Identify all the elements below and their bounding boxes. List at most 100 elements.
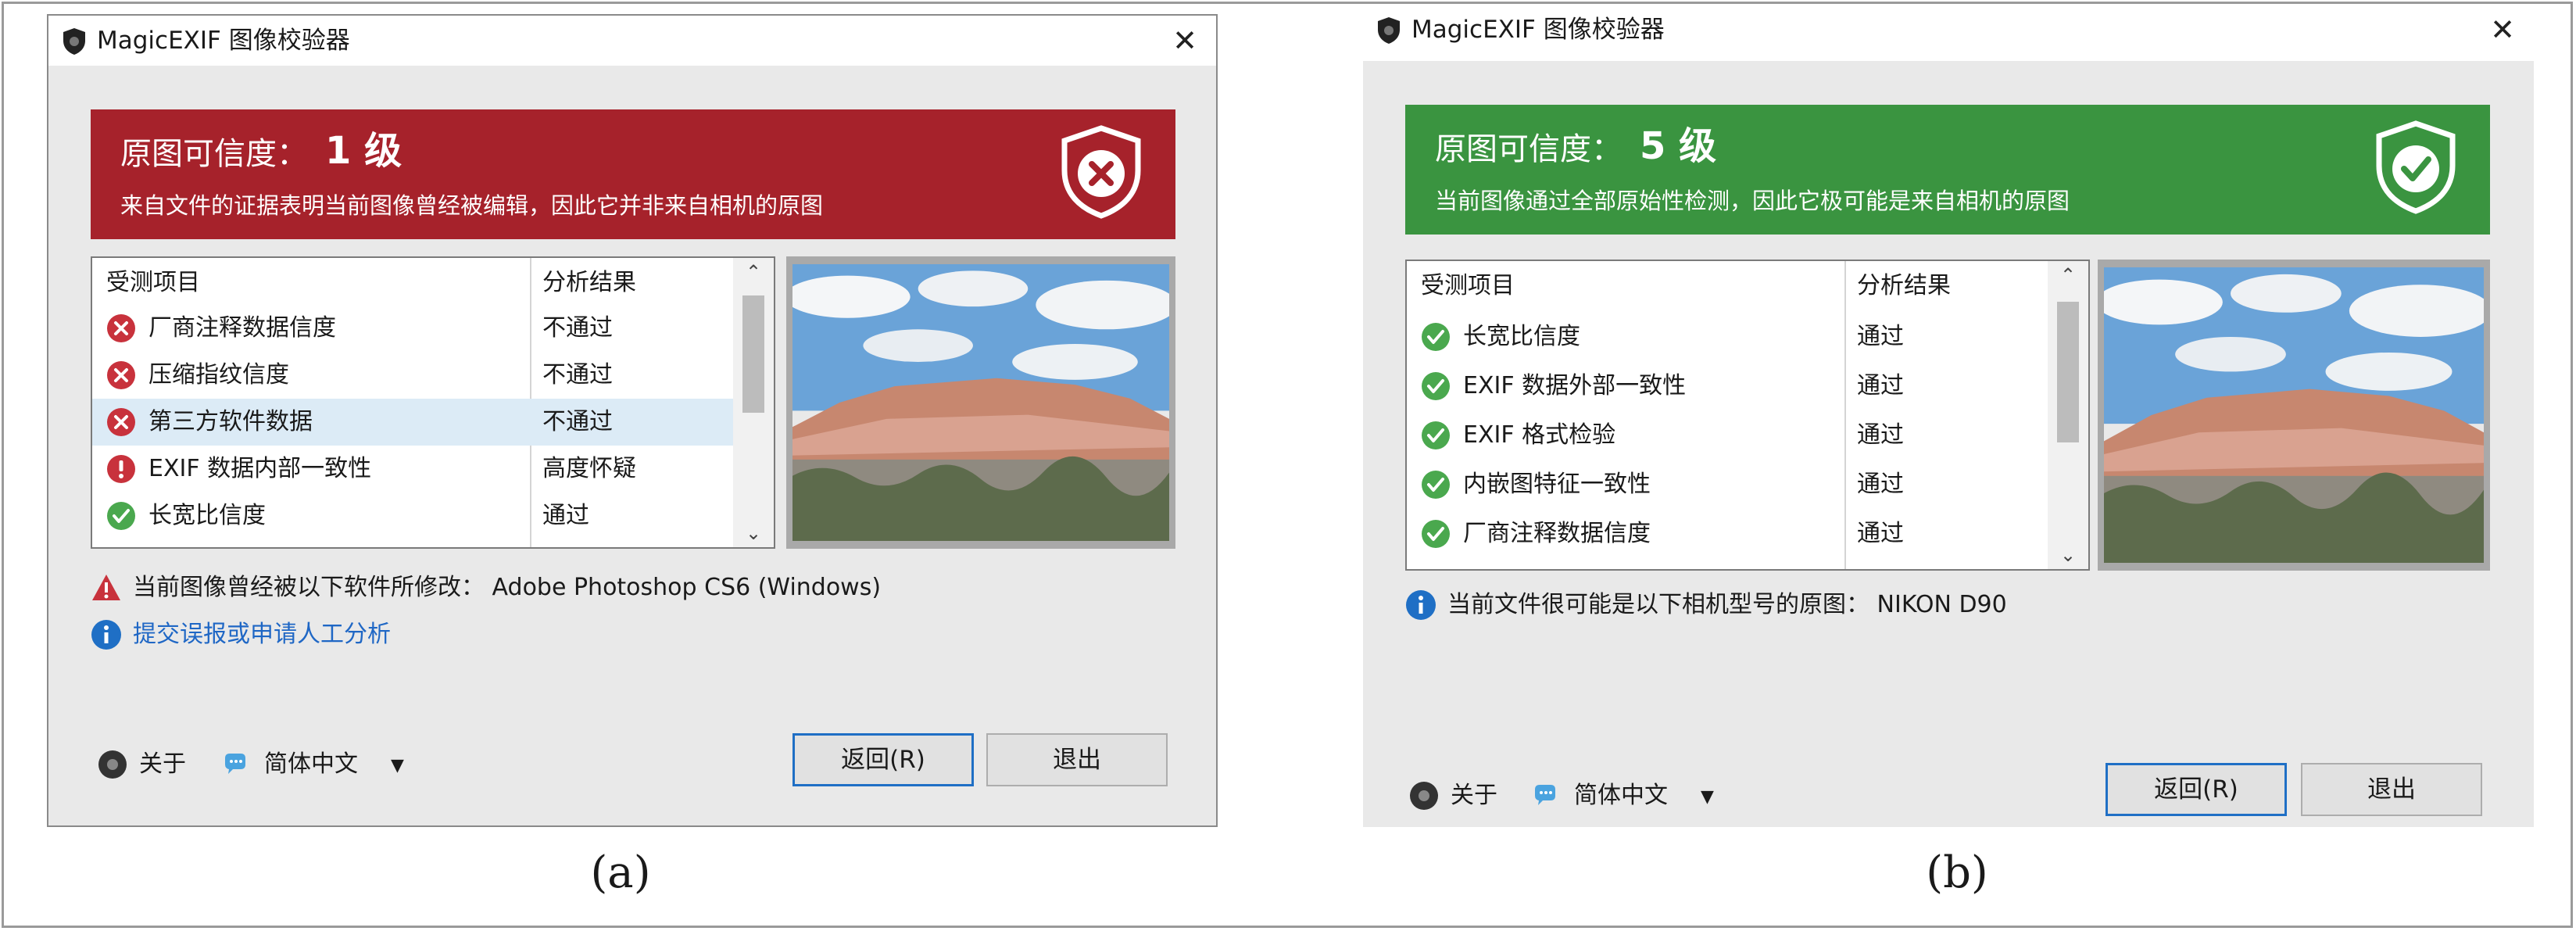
table-scrollbar[interactable]: ⌃ ⌄ — [2048, 261, 2088, 569]
pass-icon — [1422, 421, 1450, 449]
verifier-window-b: MagicEXIF 图像校验器 ✕ 原图可信度： 5 级 当前图像通过全部原始性… — [1363, 5, 2534, 827]
credibility-description: 当前图像通过全部原始性检测，因此它极可能是来自相机的原图 — [1435, 188, 2070, 214]
title-bar: MagicEXIF 图像校验器 ✕ — [48, 16, 1216, 66]
row-result: 不通过 — [542, 408, 613, 435]
modification-text: 当前图像曾经被以下软件所修改： Adobe Photoshop CS6 (Win… — [133, 574, 882, 601]
about-disc-icon — [1410, 782, 1438, 810]
test-results-table: 受测项目 分析结果 厂商注释数据信度 不通过 压缩指纹信度 不通过 第三方软件数… — [91, 256, 775, 549]
table-row[interactable]: EXIF 数据内部一致性 高度怀疑 — [92, 446, 733, 492]
language-bubble-icon — [1535, 785, 1555, 805]
app-shield-logo-icon — [1378, 17, 1400, 44]
row-result: 通过 — [1857, 421, 1904, 449]
row-result: 高度怀疑 — [542, 455, 636, 482]
back-button[interactable]: 返回(R) — [2106, 763, 2287, 816]
warning-circle-icon — [107, 455, 135, 483]
row-item: EXIF 数据外部一致性 — [1463, 372, 1687, 399]
pass-icon — [107, 502, 135, 530]
row-item: 长宽比信度 — [148, 502, 266, 529]
table-row[interactable]: EXIF 格式检验 通过 — [1407, 411, 2048, 460]
language-bubble-icon — [225, 754, 245, 774]
row-item: 厂商注释数据信度 — [148, 314, 336, 342]
row-result: 通过 — [542, 502, 589, 529]
image-preview — [786, 256, 1175, 549]
header-test-item[interactable]: 受测项目 — [106, 267, 200, 299]
row-result: 通过 — [1857, 471, 1904, 498]
pass-icon — [1422, 372, 1450, 400]
table-row[interactable]: 长宽比信度 通过 — [92, 492, 733, 539]
shield-check-icon — [2376, 120, 2456, 214]
exit-button[interactable]: 退出 — [2301, 763, 2482, 816]
about-label: 关于 — [1451, 782, 1497, 809]
credibility-banner: 原图可信度： 1 级 来自文件的证据表明当前图像曾经被编辑，因此它并非来自相机的… — [91, 109, 1175, 239]
app-shield-logo-icon — [63, 28, 85, 55]
about-disc-icon — [98, 750, 127, 779]
back-button[interactable]: 返回(R) — [792, 733, 974, 786]
row-item: EXIF 数据内部一致性 — [148, 455, 372, 482]
language-label: 简体中文 — [264, 750, 358, 778]
scroll-thumb[interactable] — [2057, 302, 2079, 442]
row-item: EXIF 格式检验 — [1463, 421, 1616, 449]
row-result: 不通过 — [542, 314, 613, 342]
credibility-label: 原图可信度： — [120, 136, 308, 172]
fail-icon — [107, 408, 135, 436]
row-result: 通过 — [1857, 372, 1904, 399]
window-title: MagicEXIF 图像校验器 — [97, 27, 350, 55]
scroll-up-icon[interactable]: ⌃ — [733, 261, 774, 283]
exit-button[interactable]: 退出 — [986, 733, 1168, 786]
shield-x-icon — [1061, 125, 1141, 219]
caption-a: (a) — [590, 847, 651, 898]
report-link[interactable]: 提交误报或申请人工分析 — [133, 619, 391, 650]
table-header: 受测项目 分析结果 — [1407, 261, 2048, 313]
row-result: 通过 — [1857, 520, 1904, 547]
scroll-thumb[interactable] — [742, 295, 764, 413]
header-test-item[interactable]: 受测项目 — [1421, 270, 1515, 302]
about-label: 关于 — [139, 750, 186, 778]
info-icon — [91, 620, 121, 650]
language-label: 简体中文 — [1574, 782, 1668, 809]
row-item: 长宽比信度 — [1463, 323, 1580, 350]
row-item: 第三方软件数据 — [148, 408, 313, 435]
pass-icon — [1422, 520, 1450, 548]
close-icon[interactable]: ✕ — [2490, 14, 2515, 45]
table-row-selected[interactable]: 第三方软件数据 不通过 — [92, 399, 733, 446]
table-scrollbar[interactable]: ⌃ ⌄ — [733, 258, 774, 547]
row-item: 厂商注释数据信度 — [1463, 520, 1651, 547]
window-title: MagicEXIF 图像校验器 — [1411, 16, 1665, 44]
chevron-down-icon: ▼ — [391, 756, 404, 775]
verifier-window-a: MagicEXIF 图像校验器 ✕ 原图可信度： 1 级 来自文件的证据表明当前… — [47, 14, 1218, 827]
scroll-down-icon[interactable]: ⌄ — [733, 522, 774, 544]
warning-icon — [92, 575, 120, 600]
close-icon[interactable]: ✕ — [1172, 25, 1197, 56]
landscape-thumbnail — [2104, 267, 2484, 563]
table-row[interactable]: 长宽比信度 通过 — [1407, 313, 2048, 362]
pass-icon — [1422, 323, 1450, 351]
table-row[interactable]: EXIF 数据外部一致性 通过 — [1407, 362, 2048, 411]
table-row[interactable]: 厂商注释数据信度 不通过 — [92, 305, 733, 352]
table-header: 受测项目 分析结果 — [92, 258, 733, 305]
chevron-down-icon: ▼ — [1701, 787, 1714, 807]
header-result[interactable]: 分析结果 — [1857, 270, 1951, 302]
credibility-description: 来自文件的证据表明当前图像曾经被编辑，因此它并非来自相机的原图 — [120, 192, 824, 219]
row-item: 压缩指纹信度 — [148, 361, 289, 389]
table-row[interactable]: 压缩指纹信度 不通过 — [92, 352, 733, 399]
header-result[interactable]: 分析结果 — [542, 267, 636, 299]
row-item: 内嵌图特征一致性 — [1463, 471, 1651, 498]
credibility-level: 5 级 — [1640, 124, 1717, 168]
table-row[interactable]: 内嵌图特征一致性 通过 — [1407, 460, 2048, 510]
row-result: 不通过 — [542, 361, 613, 389]
test-results-table: 受测项目 分析结果 长宽比信度 通过 EXIF 数据外部一致性 通过 EXIF … — [1405, 260, 2090, 571]
credibility-level: 1 级 — [325, 129, 402, 173]
title-bar: MagicEXIF 图像校验器 ✕ — [1363, 5, 2534, 61]
scroll-up-icon[interactable]: ⌃ — [2048, 264, 2088, 286]
scroll-down-icon[interactable]: ⌄ — [2048, 544, 2088, 566]
credibility-banner: 原图可信度： 5 级 当前图像通过全部原始性检测，因此它极可能是来自相机的原图 — [1405, 105, 2490, 235]
table-row[interactable]: 厂商注释数据信度 通过 — [1407, 510, 2048, 559]
image-preview — [2098, 260, 2490, 571]
credibility-label: 原图可信度： — [1435, 131, 1623, 167]
landscape-thumbnail — [792, 264, 1169, 541]
camera-text: 当前文件很可能是以下相机型号的原图： NIKON D90 — [1447, 591, 2007, 618]
caption-b: (b) — [1926, 847, 1988, 898]
pass-icon — [1422, 471, 1450, 499]
info-icon — [1406, 590, 1436, 620]
fail-icon — [107, 314, 135, 342]
